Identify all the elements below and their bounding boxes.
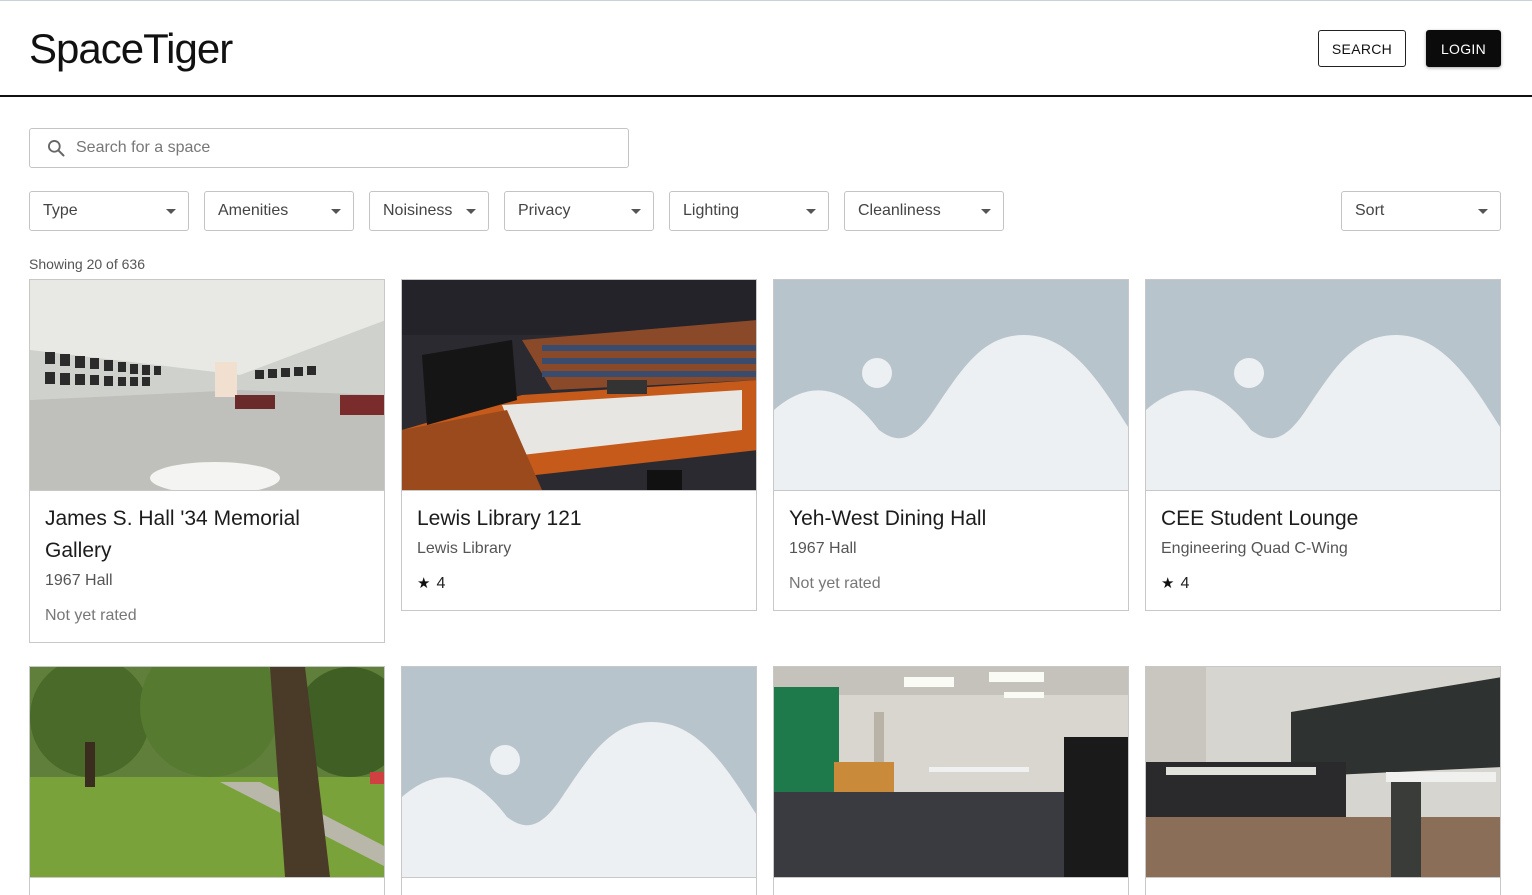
chevron-down-icon bbox=[166, 209, 176, 214]
space-title: James S. Hall '34 Memorial Gallery bbox=[45, 507, 300, 562]
space-card[interactable]: Lewis Library 121 Lewis Library ★ 4 bbox=[401, 279, 757, 611]
space-rating: ★ 4 bbox=[417, 573, 741, 595]
chevron-down-icon bbox=[466, 209, 476, 214]
results-count: Showing 20 of 636 bbox=[29, 256, 145, 272]
space-card[interactable] bbox=[401, 666, 757, 895]
space-rating: ★ 4 bbox=[1161, 573, 1485, 595]
filter-type-label: Type bbox=[43, 202, 78, 219]
filter-amenities[interactable]: Amenities bbox=[204, 191, 354, 231]
space-card[interactable]: CEE Student Lounge Engineering Quad C-Wi… bbox=[1145, 279, 1501, 611]
space-card[interactable]: James S. Hall '34 Memorial Gallery 1967 … bbox=[29, 279, 385, 643]
search-input[interactable] bbox=[76, 130, 628, 166]
header: SpaceTiger SEARCH LOGIN bbox=[0, 1, 1532, 97]
rating-value: 4 bbox=[436, 575, 446, 592]
space-rating: Not yet rated bbox=[789, 575, 881, 592]
placeholder-image-icon bbox=[774, 280, 1128, 490]
chevron-down-icon bbox=[981, 209, 991, 214]
space-title: Lewis Library 121 bbox=[417, 507, 582, 530]
space-card[interactable]: Yeh-West Dining Hall 1967 Hall Not yet r… bbox=[773, 279, 1129, 611]
space-location: 1967 Hall bbox=[45, 572, 113, 589]
space-title: CEE Student Lounge bbox=[1161, 507, 1359, 530]
space-photo bbox=[402, 280, 756, 490]
sort-select[interactable]: Sort bbox=[1341, 191, 1501, 231]
chevron-down-icon bbox=[631, 209, 641, 214]
star-icon: ★ bbox=[1161, 575, 1175, 592]
filter-noisiness-label: Noisiness bbox=[383, 202, 453, 219]
space-photo bbox=[774, 667, 1128, 877]
search-icon bbox=[48, 140, 65, 157]
placeholder-image-icon bbox=[402, 667, 756, 877]
search-button[interactable]: SEARCH bbox=[1318, 30, 1406, 67]
filter-cleanliness[interactable]: Cleanliness bbox=[844, 191, 1004, 231]
filter-type[interactable]: Type bbox=[29, 191, 189, 231]
chevron-down-icon bbox=[1478, 209, 1488, 214]
space-title: Yeh-West Dining Hall bbox=[789, 507, 987, 530]
filter-amenities-label: Amenities bbox=[218, 202, 289, 219]
space-location: 1967 Hall bbox=[789, 540, 857, 557]
search-box[interactable] bbox=[29, 128, 629, 168]
space-rating: Not yet rated bbox=[45, 607, 137, 624]
logo[interactable]: SpaceTiger bbox=[29, 25, 233, 73]
filter-cleanliness-label: Cleanliness bbox=[858, 202, 941, 219]
filter-noisiness[interactable]: Noisiness bbox=[369, 191, 489, 231]
app-root: SpaceTiger SEARCH LOGIN Type Amenities N… bbox=[0, 0, 1532, 895]
space-card[interactable] bbox=[1145, 666, 1501, 895]
space-card[interactable] bbox=[773, 666, 1129, 895]
star-icon: ★ bbox=[417, 575, 431, 592]
space-photo bbox=[30, 667, 384, 877]
space-location: Lewis Library bbox=[417, 540, 512, 557]
space-photo bbox=[1146, 667, 1500, 877]
placeholder-image-icon bbox=[1146, 280, 1500, 490]
login-button[interactable]: LOGIN bbox=[1426, 30, 1501, 67]
chevron-down-icon bbox=[331, 209, 341, 214]
filter-lighting[interactable]: Lighting bbox=[669, 191, 829, 231]
chevron-down-icon bbox=[806, 209, 816, 214]
filter-privacy[interactable]: Privacy bbox=[504, 191, 654, 231]
filter-privacy-label: Privacy bbox=[518, 202, 571, 219]
sort-label: Sort bbox=[1355, 202, 1385, 219]
rating-value: 4 bbox=[1180, 575, 1190, 592]
space-location: Engineering Quad C-Wing bbox=[1161, 540, 1348, 557]
filter-lighting-label: Lighting bbox=[683, 202, 740, 219]
space-card[interactable] bbox=[29, 666, 385, 895]
space-photo bbox=[30, 280, 384, 490]
